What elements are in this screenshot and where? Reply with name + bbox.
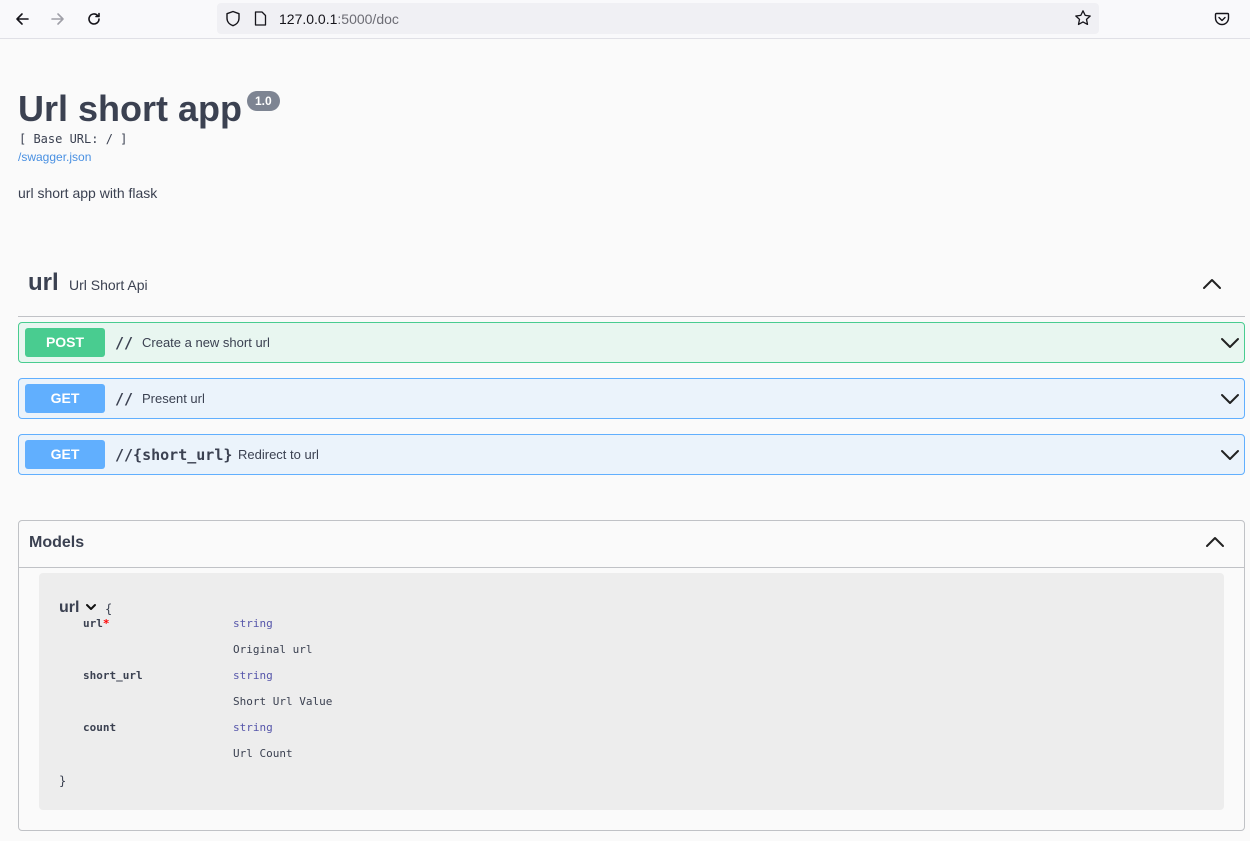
- models-section: Models url { url* string Original url sh…: [18, 520, 1245, 831]
- page-title: Url short app: [18, 88, 243, 129]
- property-name: short_url: [83, 669, 143, 682]
- operation-get-redirect[interactable]: GET //{short_url} Redirect to url: [18, 434, 1245, 475]
- close-brace: }: [59, 774, 67, 788]
- model-name[interactable]: url: [59, 599, 79, 617]
- property-name: count: [83, 721, 117, 734]
- browser-toolbar: 127.0.0.1:5000/doc: [0, 0, 1250, 39]
- operation-summary: Present url: [142, 391, 205, 406]
- property-type: string: [233, 669, 273, 682]
- method-badge: GET: [25, 384, 105, 413]
- open-brace: {: [105, 602, 113, 616]
- property-description: Short Url Value: [233, 695, 333, 708]
- url-host: 127.0.0.1: [279, 11, 338, 27]
- property-name: url*: [83, 617, 110, 630]
- required-marker: *: [102, 617, 110, 630]
- chevron-down-icon[interactable]: [85, 601, 97, 613]
- property-type: string: [233, 721, 273, 734]
- method-badge: POST: [25, 328, 105, 357]
- reload-icon[interactable]: [81, 7, 107, 31]
- shield-icon[interactable]: [225, 10, 241, 32]
- base-url: [ Base URL: / ]: [19, 132, 128, 146]
- method-badge: GET: [25, 440, 105, 469]
- operation-summary: Redirect to url: [238, 447, 319, 462]
- bookmark-star-icon[interactable]: [1074, 9, 1092, 32]
- operation-summary: Create a new short url: [142, 335, 270, 350]
- operation-path: //: [115, 334, 134, 352]
- tag-section-url[interactable]: url Url Short Api: [18, 251, 1245, 317]
- operation-path: //{short_url}: [115, 446, 233, 464]
- swagger-json-link[interactable]: /swagger.json: [18, 150, 91, 164]
- property-description: Original url: [233, 643, 313, 656]
- url-text: 127.0.0.1:5000/doc: [279, 11, 399, 27]
- chevron-up-icon[interactable]: [1204, 531, 1226, 553]
- operation-get-present[interactable]: GET // Present url: [18, 378, 1245, 419]
- address-bar[interactable]: 127.0.0.1:5000/doc: [217, 3, 1099, 34]
- operation-post-create[interactable]: POST // Create a new short url: [18, 322, 1245, 363]
- property-name-text: url: [83, 617, 103, 630]
- chevron-up-icon[interactable]: [1201, 273, 1223, 295]
- forward-arrow-icon[interactable]: [45, 7, 71, 31]
- chevron-down-icon[interactable]: [1220, 389, 1240, 409]
- models-title[interactable]: Models: [29, 534, 84, 552]
- back-arrow-icon[interactable]: [9, 7, 35, 31]
- chevron-down-icon[interactable]: [1220, 445, 1240, 465]
- chevron-down-icon[interactable]: [1220, 333, 1240, 353]
- tag-name: url: [28, 269, 59, 296]
- property-type: string: [233, 617, 273, 630]
- pocket-icon[interactable]: [1209, 7, 1235, 31]
- page-icon: [254, 11, 267, 31]
- model-url: url { url* string Original url short_url…: [39, 573, 1224, 810]
- divider: [19, 567, 1244, 568]
- operation-path: //: [115, 390, 134, 408]
- property-description: Url Count: [233, 747, 293, 760]
- version-badge: 1.0: [247, 91, 280, 111]
- api-description: url short app with flask: [18, 185, 158, 201]
- url-path: :5000/doc: [337, 11, 399, 27]
- tag-description: Url Short Api: [69, 277, 148, 293]
